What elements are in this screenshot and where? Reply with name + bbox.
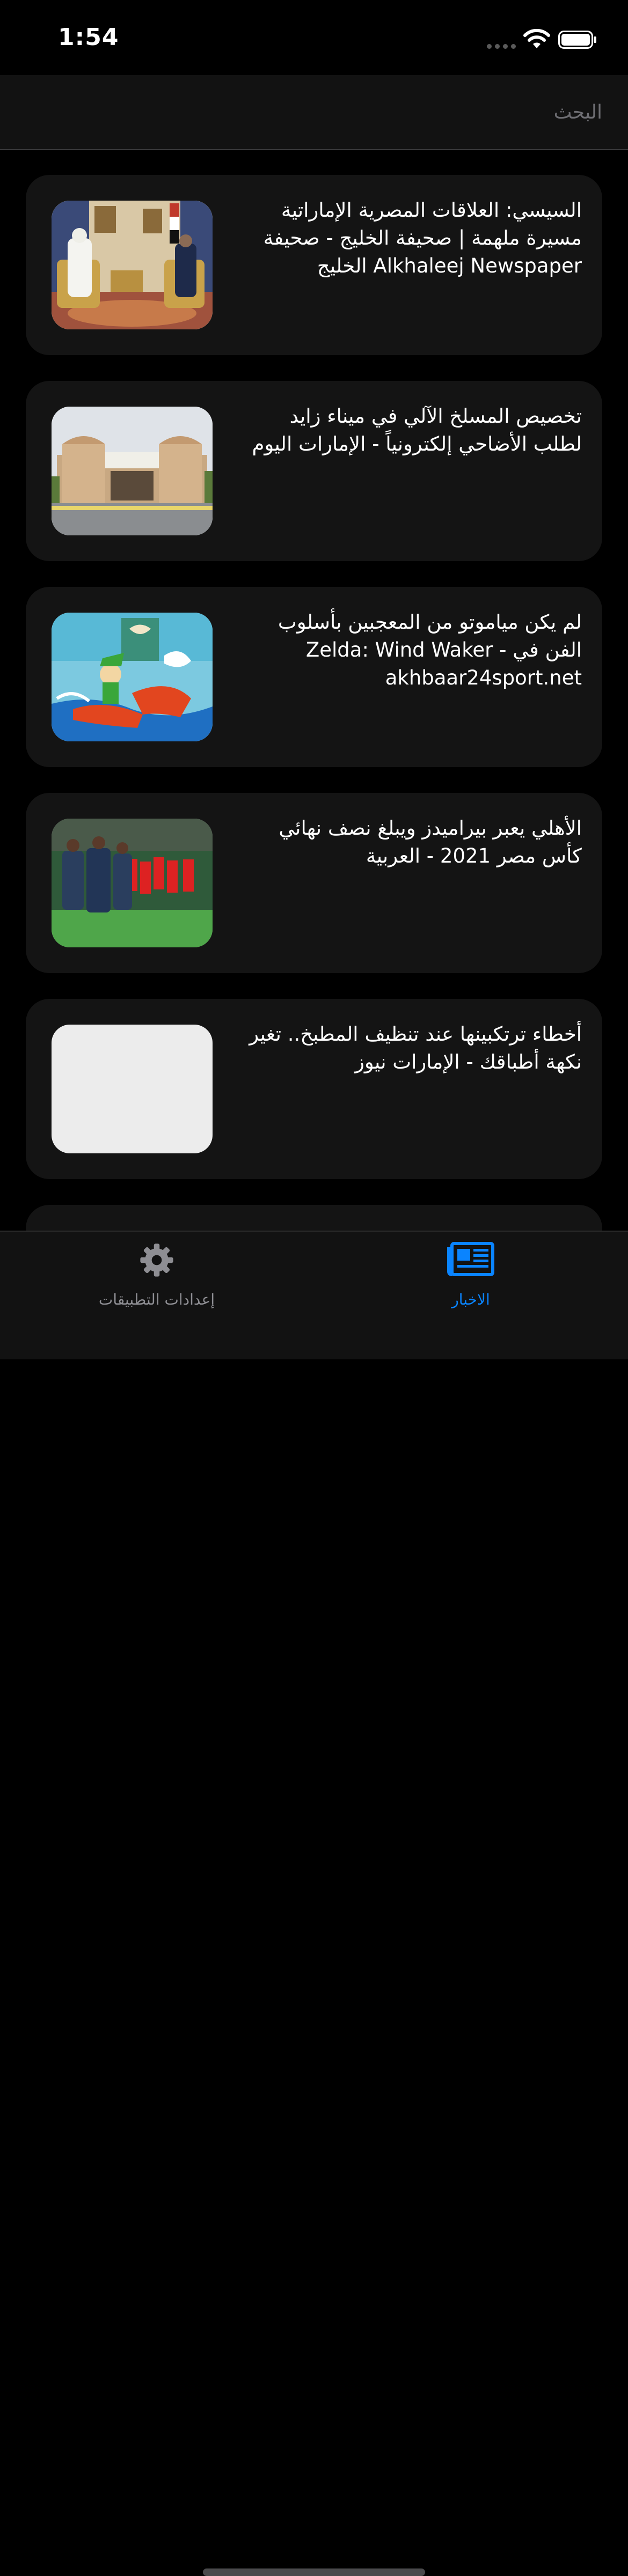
home-indicator[interactable]	[203, 2568, 425, 2576]
news-card[interactable]: أخطاء ترتكبينها عند تنظيف المطبخ.. تغير …	[26, 999, 602, 1179]
newspaper-icon	[447, 1242, 494, 1276]
battery-full-icon	[558, 31, 596, 49]
news-thumbnail	[52, 613, 213, 741]
news-title: لم يكن مياموتو من المعجبين بأسلوب الفن ف…	[278, 610, 582, 689]
tab-news[interactable]: الاخبار	[363, 1232, 578, 1323]
news-title: أخطاء ترتكبينها عند تنظيف المطبخ.. تغير …	[249, 1022, 582, 1073]
tab-bar: إعدادات التطبيقات الاخبار	[0, 1231, 628, 2576]
news-card[interactable]	[26, 1205, 602, 1231]
status-time: 1:54	[58, 24, 119, 51]
news-thumbnail	[52, 201, 213, 329]
news-thumbnail	[52, 407, 213, 535]
news-title: السيسي: العلاقات المصرية الإماراتية مسير…	[263, 198, 582, 277]
news-thumbnail	[52, 819, 213, 947]
news-card[interactable]: السيسي: العلاقات المصرية الإماراتية مسير…	[26, 175, 602, 355]
gear-icon	[140, 1243, 173, 1277]
news-card[interactable]: لم يكن مياموتو من المعجبين بأسلوب الفن ف…	[26, 587, 602, 767]
tab-label: إعدادات التطبيقات	[98, 1291, 215, 1308]
news-title: تخصيص المسلخ الآلي في ميناء زايد لطلب ال…	[252, 404, 582, 455]
meeting-photo	[52, 201, 213, 329]
search-input[interactable]	[21, 91, 603, 133]
zelda-artwork	[52, 613, 213, 741]
wifi-icon	[523, 29, 550, 48]
status-bar: 1:54	[0, 0, 628, 75]
building-gate-photo	[52, 407, 213, 535]
news-title: الأهلي يعبر بيراميدز ويبلغ نصف نهائي كأس…	[279, 816, 582, 867]
news-card[interactable]: تخصيص المسلخ الآلي في ميناء زايد لطلب ال…	[26, 381, 602, 561]
news-list[interactable]: السيسي: العلاقات المصرية الإماراتية مسير…	[0, 150, 628, 1231]
football-players-photo	[52, 819, 213, 947]
news-card[interactable]: الأهلي يعبر بيراميدز ويبلغ نصف نهائي كأس…	[26, 793, 602, 973]
search-bar	[0, 75, 628, 150]
tab-label: الاخبار	[451, 1291, 490, 1308]
tab-app-settings[interactable]: إعدادات التطبيقات	[49, 1232, 264, 1323]
cellular-signal-icon	[487, 44, 516, 49]
news-thumbnail-placeholder	[52, 1025, 213, 1153]
